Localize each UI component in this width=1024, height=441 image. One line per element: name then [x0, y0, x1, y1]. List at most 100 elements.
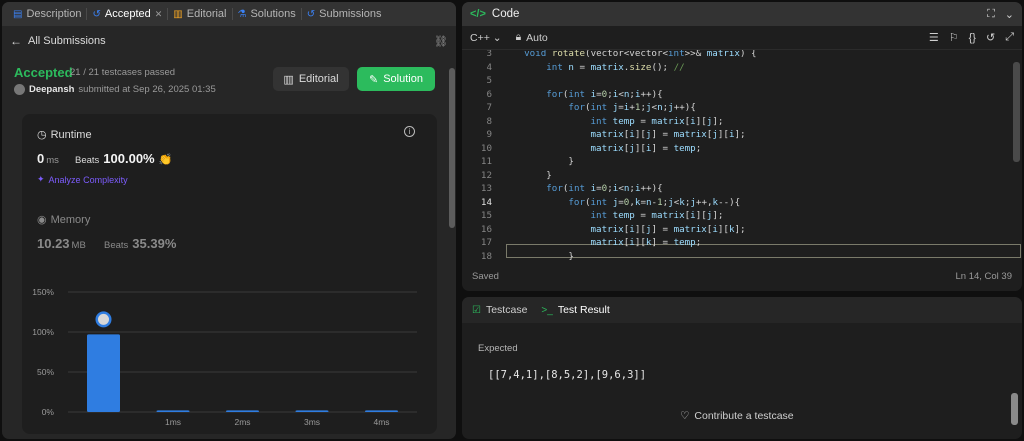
braces-icon[interactable]: {}	[969, 32, 976, 44]
x-tick-label: 2ms	[234, 417, 250, 427]
code-line[interactable]: 11 }	[462, 155, 1022, 169]
memory-chip-icon: ◉	[37, 214, 47, 226]
code-editor[interactable]: 3 void rotate(vector<vector<int>>& matri…	[462, 50, 1022, 260]
runtime-header[interactable]: ◷ Runtime	[37, 128, 92, 142]
memory-label: Memory	[50, 213, 91, 226]
tab-solutions[interactable]: ⚗ Solutions	[233, 2, 301, 26]
scrollbar[interactable]	[1013, 62, 1020, 162]
tab-submissions[interactable]: ↺ Submissions	[302, 2, 387, 26]
y-tick-label: 0%	[42, 407, 55, 417]
analyze-label: Analyze Complexity	[48, 174, 128, 185]
code-text: }	[502, 156, 574, 167]
code-line[interactable]: 12 }	[462, 169, 1022, 183]
code-text: }	[502, 250, 574, 261]
code-line[interactable]: 16 matrix[i][j] = matrix[i][k];	[462, 223, 1022, 237]
code-line[interactable]: 13 for(int i=0;i<n;i++){	[462, 182, 1022, 196]
line-number: 8	[486, 115, 492, 127]
line-number: 5	[486, 75, 492, 86]
contribute-testcase-button[interactable]: ♡ Contribute a testcase	[680, 410, 794, 422]
tab-label: Editorial	[186, 8, 227, 20]
reset-icon[interactable]: ↺	[986, 31, 995, 44]
line-number: 14	[480, 196, 492, 208]
editorial-label: Editorial	[298, 73, 339, 85]
code-line[interactable]: 3 void rotate(vector<vector<int>>& matri…	[462, 50, 1022, 61]
runtime-distribution-chart[interactable]: 0% 50% 100% 150% 1ms 2ms 3ms 4ms	[22, 284, 437, 434]
memory-header[interactable]: ◉ Memory	[37, 213, 91, 227]
code-line[interactable]: 10 matrix[j][i] = temp;	[462, 142, 1022, 156]
flask-icon: ⚗	[237, 8, 247, 20]
runtime-beats-percent: 100.00%	[103, 151, 155, 166]
code-line[interactable]: 14 for(int j=0,k=n-1;j<k;j++,k--){	[462, 196, 1022, 210]
code-line[interactable]: 15 int temp = matrix[i][j];	[462, 209, 1022, 223]
submitted-time: submitted at Sep 26, 2025 01:35	[78, 84, 216, 95]
code-line[interactable]: 18 }	[462, 250, 1022, 261]
line-number: 3	[486, 50, 492, 59]
username[interactable]: Deepansh	[29, 84, 74, 95]
chart-bar	[226, 410, 259, 412]
link-icon[interactable]: ⛓	[434, 35, 448, 48]
all-submissions-link[interactable]: All Submissions	[28, 35, 106, 47]
code-text: int temp = matrix[i][j];	[590, 115, 724, 127]
chart-bar	[156, 410, 190, 412]
tab-editorial[interactable]: ▥ Editorial	[168, 2, 231, 26]
fullscreen-icon[interactable]: ⛶	[987, 8, 995, 21]
back-arrow-icon[interactable]: ←	[10, 34, 22, 48]
line-number: 4	[486, 61, 492, 73]
code-line[interactable]: 9 matrix[i][j] = matrix[j][i];	[462, 128, 1022, 142]
leetcode-workspace: ▤ Description ↺ Accepted ✕ ▥ Editorial ⚗…	[0, 0, 1024, 441]
y-tick-label: 150%	[32, 287, 54, 297]
code-text: matrix[j][i] = temp;	[590, 142, 702, 154]
tab-test-result[interactable]: >_ Test Result	[541, 304, 609, 316]
line-number: 16	[480, 223, 492, 235]
code-line[interactable]: 7 for(int j=i+1;j<n;j++){	[462, 101, 1022, 115]
solution-button[interactable]: ✎ Solution	[357, 67, 435, 91]
clap-icon: 👏	[158, 154, 173, 166]
code-status-bar: Saved Ln 14, Col 39	[462, 261, 1022, 291]
close-icon[interactable]: ✕	[155, 9, 163, 20]
tab-accepted[interactable]: ↺ Accepted ✕	[87, 2, 167, 26]
book-icon: ▥	[173, 8, 183, 20]
left-tab-bar: ▤ Description ↺ Accepted ✕ ▥ Editorial ⚗…	[2, 2, 456, 26]
code-text: for(int i=0;i<n;i++){	[546, 183, 663, 194]
submission-panel: ▤ Description ↺ Accepted ✕ ▥ Editorial ⚗…	[2, 2, 456, 439]
info-icon[interactable]: i	[404, 126, 415, 137]
save-status: Saved	[472, 270, 499, 282]
expand-icon[interactable]: ⤢	[1005, 31, 1014, 44]
code-line[interactable]: 6 for(int i=0;i<n;i++){	[462, 88, 1022, 102]
code-line[interactable]: 4 int n = matrix.size(); //	[462, 61, 1022, 75]
lock-icon: 🔒︎	[515, 31, 522, 43]
line-number: 11	[480, 156, 492, 167]
line-number: 18	[480, 250, 492, 261]
code-line[interactable]: 17 matrix[i][k] = temp;	[462, 236, 1022, 250]
submissions-header: ← All Submissions ⛓	[2, 30, 456, 52]
code-text: for(int i=0;i<n;i++){	[546, 88, 663, 100]
memory-number: 10.23	[37, 236, 70, 251]
auto-mode[interactable]: Auto	[526, 32, 548, 44]
scrollbar[interactable]	[449, 68, 455, 228]
clock-icon: ◷	[37, 129, 47, 141]
chevron-down-icon[interactable]: ⌄	[1005, 8, 1014, 21]
expected-label: Expected	[478, 343, 518, 354]
test-panel: ☑ Testcase >_ Test Result Expected [[7,4…	[462, 297, 1022, 439]
memory-beats: Beats 35.39%	[104, 236, 176, 251]
history-icon: ↺	[92, 8, 101, 20]
history-icon: ↺	[306, 8, 316, 20]
chart-bar	[365, 410, 398, 412]
terminal-icon: >_	[541, 304, 553, 316]
format-icon[interactable]: ☰	[929, 31, 939, 44]
code-text: matrix[i][k] = temp;	[590, 237, 702, 248]
code-line[interactable]: 8 int temp = matrix[i][j];	[462, 115, 1022, 129]
bookmark-icon[interactable]: ⚐	[949, 31, 959, 44]
editorial-button[interactable]: ▥ Editorial	[273, 67, 349, 91]
language-select[interactable]: C++ ⌄	[470, 32, 502, 44]
analyze-complexity-link[interactable]: ✦ Analyze Complexity	[37, 174, 128, 185]
code-text: for(int j=0,k=n-1;j<k;j++,k--){	[568, 196, 741, 208]
code-line[interactable]: 5	[462, 74, 1022, 88]
test-panel-header: ☑ Testcase >_ Test Result	[462, 297, 1022, 323]
tab-testcase[interactable]: ☑ Testcase	[472, 304, 527, 316]
memory-beats-percent: 35.39%	[132, 236, 177, 251]
scrollbar[interactable]	[1011, 393, 1018, 425]
avatar[interactable]	[14, 84, 25, 95]
tab-label: Testcase	[485, 304, 528, 316]
tab-description[interactable]: ▤ Description	[8, 2, 86, 26]
